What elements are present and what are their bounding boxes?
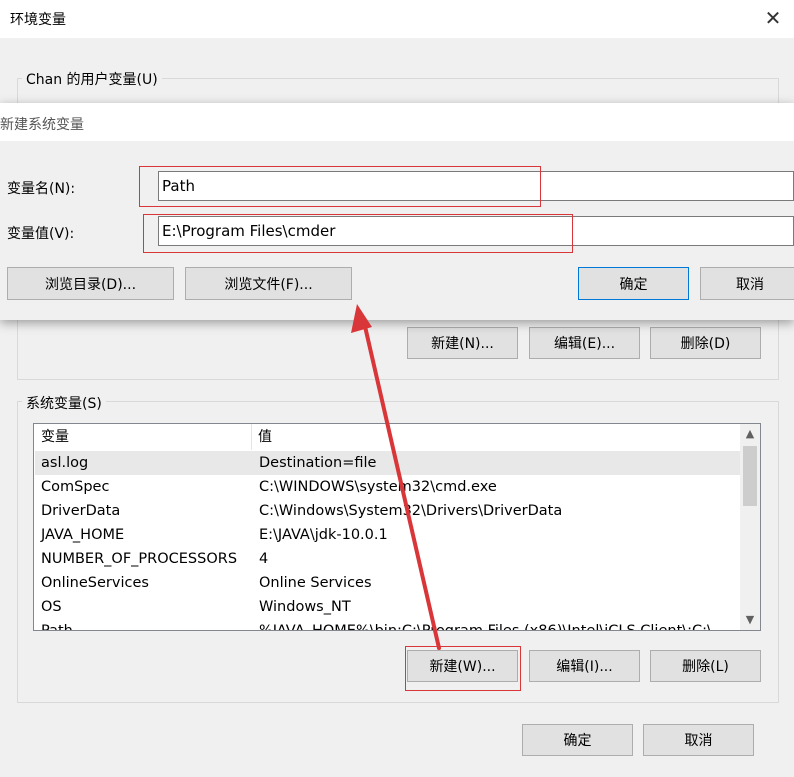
annotation-arrow-icon [351, 304, 441, 650]
